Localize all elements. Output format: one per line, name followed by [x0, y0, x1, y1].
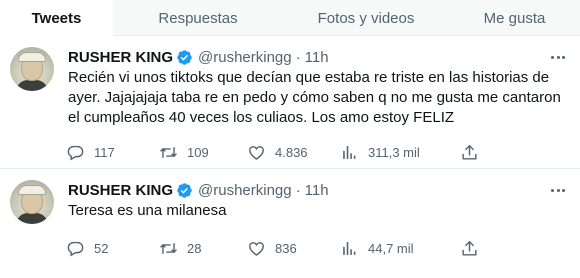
- heart-icon: [249, 145, 264, 160]
- profile-tabs: Tweets Respuestas Fotos y videos Me gust…: [0, 0, 580, 37]
- like-button[interactable]: 836: [247, 234, 297, 262]
- heart-icon: [249, 241, 264, 256]
- tweet[interactable]: RUSHER KING @rusherkingg · 11h Teresa es…: [0, 170, 580, 278]
- tweet-text: Recién vi unos tiktoks que decían que es…: [68, 69, 561, 126]
- avatar-cap-shape: [18, 185, 46, 195]
- more-dot: [556, 55, 560, 59]
- views-bar-chart-icon: [343, 241, 356, 255]
- retweet-arrows-icon: [160, 242, 177, 254]
- tab-fotos-y-videos[interactable]: Fotos y videos: [283, 0, 449, 36]
- views-button[interactable]: 44,7 mil: [340, 234, 414, 262]
- reply-bubble-icon: [67, 241, 84, 256]
- tab-fotos-y-videos-label: Fotos y videos: [317, 9, 415, 27]
- more-options-button[interactable]: [548, 47, 568, 67]
- avatar[interactable]: [10, 180, 54, 224]
- tab-tweets[interactable]: Tweets: [0, 0, 113, 37]
- more-options-button[interactable]: [548, 180, 568, 200]
- tweet-header: RUSHER KING @rusherkingg · 11h: [68, 180, 329, 200]
- more-horizontal-icon: [551, 188, 555, 192]
- verified-badge-icon: [177, 182, 192, 198]
- views-button[interactable]: 311,3 mil: [340, 138, 420, 166]
- reply-button[interactable]: 117: [66, 138, 115, 166]
- views-count: 44,7 mil: [368, 240, 414, 256]
- share-upload-icon: [462, 144, 477, 160]
- more-dot: [556, 188, 560, 192]
- tweet-text: Teresa es una milanesa: [68, 202, 227, 219]
- more-dot: [561, 188, 565, 192]
- author-name[interactable]: RUSHER KING: [68, 182, 173, 199]
- retweet-arrows-icon: [160, 146, 177, 158]
- views-bar-chart-icon: [343, 145, 356, 159]
- header-separator: ·: [295, 181, 301, 199]
- author-handle[interactable]: @rusherkingg: [198, 182, 292, 199]
- retweet-button[interactable]: 28: [159, 234, 201, 262]
- like-button[interactable]: 4.836: [247, 138, 308, 166]
- reply-count: 117: [94, 144, 115, 160]
- views-count: 311,3 mil: [368, 144, 420, 160]
- retweet-count: 109: [187, 144, 209, 160]
- tweet-timestamp[interactable]: 11h: [305, 182, 329, 199]
- avatar[interactable]: [10, 47, 54, 91]
- tab-respuestas[interactable]: Respuestas: [113, 0, 283, 36]
- share-button[interactable]: [460, 234, 479, 262]
- tab-me-gusta-label: Me gusta: [483, 9, 546, 27]
- reply-count: 52: [94, 240, 109, 256]
- tab-respuestas-label: Respuestas: [158, 9, 238, 27]
- avatar-body-shape: [16, 213, 48, 224]
- retweet-button[interactable]: 109: [159, 138, 209, 166]
- tab-tweets-label: Tweets: [31, 9, 82, 27]
- author-name[interactable]: RUSHER KING: [68, 49, 173, 66]
- avatar-cap-shape: [18, 52, 46, 62]
- tweet-actions: 52 28 836 44,7 mil: [60, 234, 540, 262]
- verified-badge-icon: [177, 49, 192, 65]
- share-button[interactable]: [460, 138, 479, 166]
- tweet-header: RUSHER KING @rusherkingg · 11h: [68, 47, 329, 67]
- share-upload-icon: [462, 240, 477, 256]
- author-handle[interactable]: @rusherkingg: [198, 49, 292, 66]
- like-count: 4.836: [275, 144, 308, 160]
- avatar-body-shape: [16, 80, 48, 91]
- tweet[interactable]: RUSHER KING @rusherkingg · 11h Recién vi…: [0, 37, 580, 169]
- tweet-timestamp[interactable]: 11h: [305, 49, 329, 66]
- retweet-count: 28: [187, 240, 202, 256]
- header-separator: ·: [295, 48, 301, 66]
- reply-bubble-icon: [67, 145, 84, 160]
- tweet-actions: 117 109 4.836 311,3 mil: [60, 138, 540, 166]
- more-horizontal-icon: [551, 55, 555, 59]
- more-dot: [561, 55, 565, 59]
- like-count: 836: [275, 240, 297, 256]
- reply-button[interactable]: 52: [66, 234, 108, 262]
- tab-me-gusta[interactable]: Me gusta: [449, 0, 580, 36]
